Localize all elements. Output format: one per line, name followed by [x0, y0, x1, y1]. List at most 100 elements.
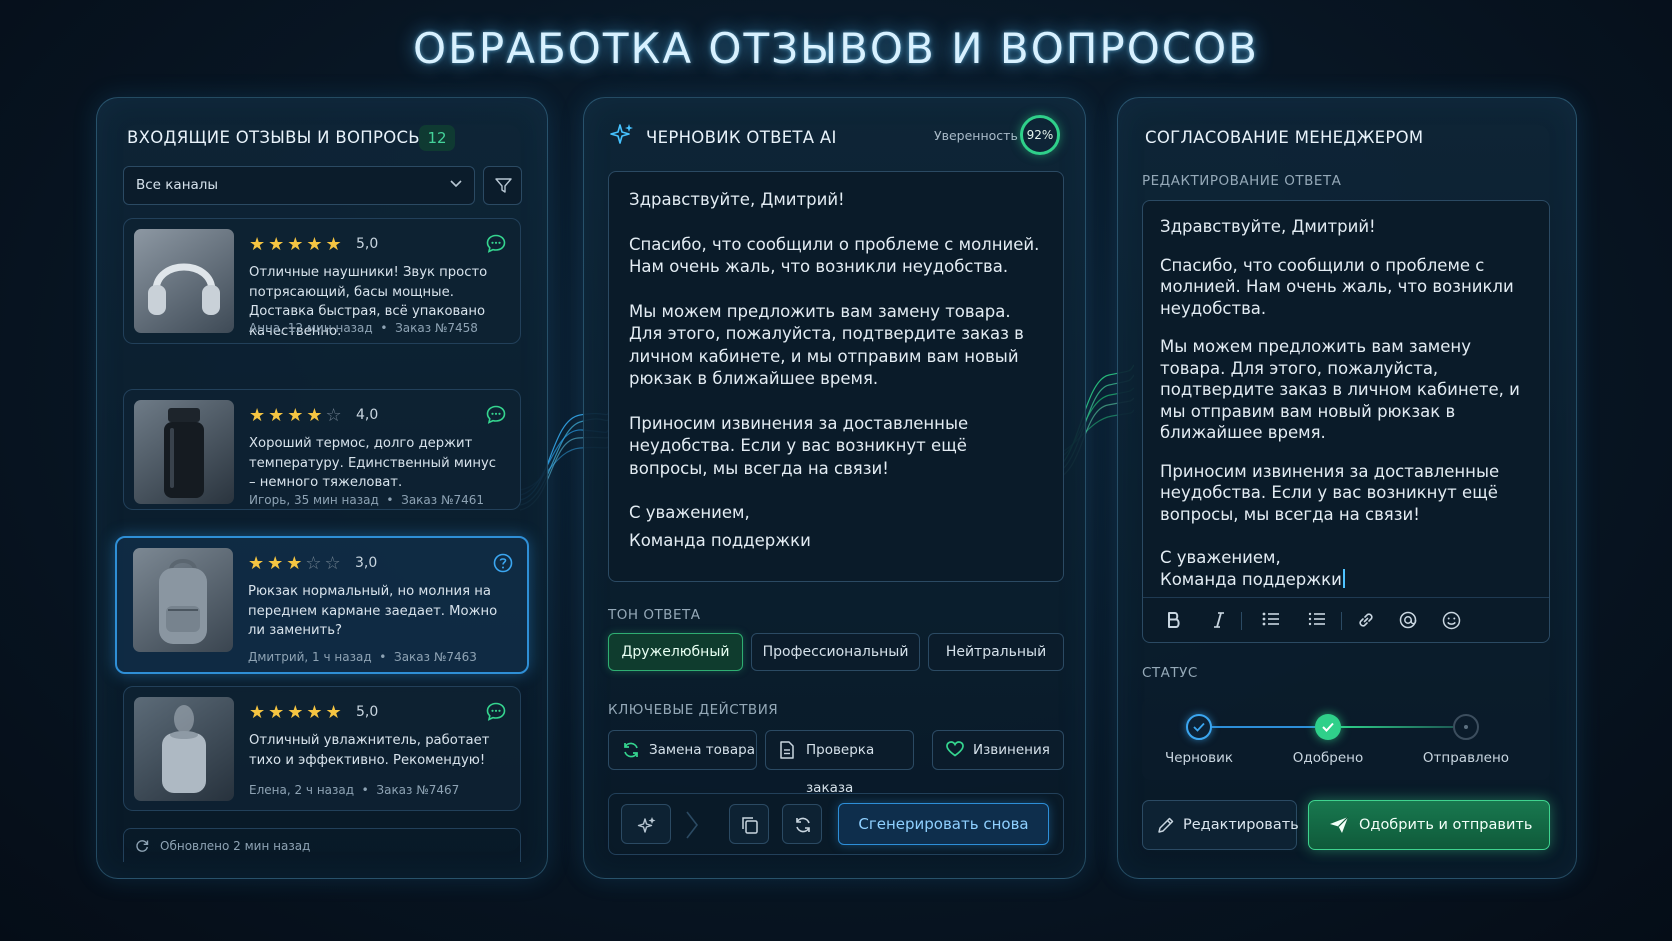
review-author: Анна, 12 мин назад	[249, 321, 373, 335]
refresh-button[interactable]	[782, 804, 822, 844]
review-order: Заказ №7467	[376, 783, 460, 797]
refresh-icon	[624, 742, 638, 758]
step-approved-dot	[1315, 714, 1341, 740]
rating-value: 5,0	[356, 236, 379, 252]
chevron-right-icon	[686, 811, 699, 839]
review-meta: Анна, 12 мин назад • Заказ №7458	[249, 321, 478, 335]
tone-label: ТОН ОТВЕТА	[608, 607, 701, 623]
review-text: Рюкзак нормальный, но молния на переднем…	[248, 584, 498, 638]
draft-greeting: Здравствуйте, Дмитрий!	[629, 190, 845, 209]
headphones-image	[134, 229, 234, 333]
check-icon	[1322, 722, 1334, 732]
tone-friendly-button[interactable]: Дружелюбный	[608, 633, 743, 671]
heart-icon	[946, 741, 964, 757]
bullet-list-icon[interactable]	[1262, 611, 1280, 627]
italic-icon[interactable]	[1213, 611, 1225, 629]
updated-status: Обновлено 2 мин назад	[123, 828, 521, 862]
sparkle-icon	[610, 124, 633, 144]
inbox-title: ВХОДЯЩИЕ ОТЗЫВЫ И ВОПРОСЫ	[127, 128, 424, 147]
attachment-icon[interactable]	[1399, 611, 1417, 629]
numbered-list-icon[interactable]	[1308, 611, 1326, 627]
copy-button[interactable]	[729, 804, 769, 844]
action-check-order-button[interactable]: Проверка заказа	[765, 730, 914, 796]
review-meta: Елена, 2 ч назад • Заказ №7467	[249, 783, 460, 797]
confidence-label: Уверенность	[934, 128, 1018, 143]
editor-signature-line: Команда поддержки	[1160, 568, 1532, 591]
check-icon	[1193, 722, 1205, 732]
rating-stars: ★★★★★	[249, 234, 345, 255]
chat-icon[interactable]	[486, 405, 506, 424]
backpack-image	[133, 548, 233, 652]
action-label: Извинения	[973, 742, 1050, 758]
rating-stars: ★★★☆☆	[248, 553, 344, 574]
editor-paragraph: Мы можем предложить вам замену товара. Д…	[1160, 337, 1520, 442]
approve-send-button[interactable]: Одобрить и отправить	[1308, 800, 1550, 850]
review-text: Отличный увлажнитель, работает тихо и эф…	[249, 733, 490, 768]
rating-value: 4,0	[356, 407, 379, 423]
toolbar-divider	[1341, 612, 1342, 630]
editor-content[interactable]: Здравствуйте, Дмитрий! Спасибо, что сооб…	[1143, 201, 1549, 605]
action-replace-button[interactable]: Замена товара	[608, 730, 757, 770]
channel-select[interactable]: Все каналы	[123, 166, 475, 205]
chat-icon[interactable]	[486, 234, 506, 253]
approval-panel: СОГЛАСОВАНИЕ МЕНЕДЖЕРОМ РЕДАКТИРОВАНИЕ О…	[1117, 97, 1577, 879]
status-label: СТАТУС	[1142, 665, 1198, 681]
edit-button-label: Редактировать	[1183, 817, 1299, 833]
review-order: Заказ №7458	[395, 321, 478, 335]
draft-toolbar: Сгенерировать снова	[608, 793, 1064, 855]
step-connector	[1341, 726, 1453, 728]
magic-wand-button[interactable]	[621, 804, 671, 844]
edit-label: РЕДАКТИРОВАНИЕ ОТВЕТА	[1142, 173, 1342, 189]
bold-icon[interactable]	[1167, 611, 1181, 629]
approve-button-label: Одобрить и отправить	[1359, 817, 1533, 833]
rating-value: 5,0	[356, 704, 379, 720]
filter-button[interactable]	[483, 166, 522, 205]
review-card[interactable]: ★★★★☆ 4,0 Хороший термос, долго держит т…	[123, 389, 521, 510]
filter-icon	[495, 178, 512, 193]
refresh-icon	[796, 817, 810, 833]
inbox-count-badge: 12	[419, 125, 455, 151]
step-draft-label: Черновик	[1164, 750, 1234, 766]
thermos-image	[134, 400, 234, 504]
updated-text: Обновлено 2 мин назад	[160, 839, 311, 853]
review-meta: Дмитрий, 1 ч назад • Заказ №7463	[248, 650, 477, 664]
regenerate-button[interactable]: Сгенерировать снова	[838, 803, 1049, 845]
draft-signature: Команда поддержки	[629, 530, 811, 550]
copy-icon	[742, 817, 758, 834]
draft-paragraph: Мы можем предложить вам замену товара. Д…	[629, 301, 1024, 389]
review-order: Заказ №7463	[394, 650, 477, 664]
emoji-icon[interactable]	[1442, 611, 1461, 630]
review-meta: Игорь, 35 мин назад • Заказ №7461	[249, 493, 484, 507]
chat-icon[interactable]	[486, 702, 506, 721]
tone-professional-button[interactable]: Профессиональный	[751, 633, 920, 671]
review-card-selected[interactable]: ★★★☆☆ 3,0 Рюкзак нормальный, но молния н…	[115, 536, 529, 674]
action-apology-button[interactable]: Извинения	[932, 730, 1064, 770]
review-order: Заказ №7461	[401, 493, 484, 507]
sparkle-icon	[637, 817, 656, 833]
edit-button[interactable]: Редактировать	[1142, 800, 1299, 850]
review-card[interactable]: ★★★★★ 5,0 Отличные наушники! Звук просто…	[123, 218, 521, 344]
rating-stars: ★★★★★	[249, 702, 345, 723]
refresh-icon	[136, 840, 149, 852]
step-sent-label: Отправлено	[1422, 750, 1510, 766]
response-editor[interactable]: Здравствуйте, Дмитрий! Спасибо, что сооб…	[1142, 200, 1550, 643]
page-title: ОБРАБОТКА ОТЗЫВОВ И ВОПРОСОВ	[413, 24, 1259, 73]
editor-signature: Команда поддержки	[1160, 569, 1342, 589]
review-card[interactable]: ★★★★★ 5,0 Отличный увлажнитель, работает…	[123, 686, 521, 811]
rating-value: 3,0	[355, 555, 378, 571]
draft-paragraph: Приносим извинения за доставленные неудо…	[629, 413, 969, 478]
draft-signoff: С уважением,	[629, 503, 750, 522]
send-icon	[1330, 816, 1349, 833]
tone-neutral-button[interactable]: Нейтральный	[928, 633, 1064, 671]
editor-signoff: С уважением,	[1160, 548, 1281, 567]
rating-stars: ★★★★☆	[249, 405, 345, 426]
question-icon[interactable]	[493, 553, 513, 573]
review-author: Елена, 2 ч назад	[249, 783, 355, 797]
action-label: Замена товара	[649, 742, 756, 758]
channel-select-value: Все каналы	[136, 177, 219, 193]
review-text: Хороший термос, долго держит температуру…	[249, 436, 497, 490]
step-draft-dot	[1186, 714, 1212, 740]
confidence-ring: 92%	[1020, 115, 1060, 155]
status-stepper: Черновик Одобрено Отправлено	[1142, 698, 1550, 780]
link-icon[interactable]	[1357, 611, 1375, 629]
